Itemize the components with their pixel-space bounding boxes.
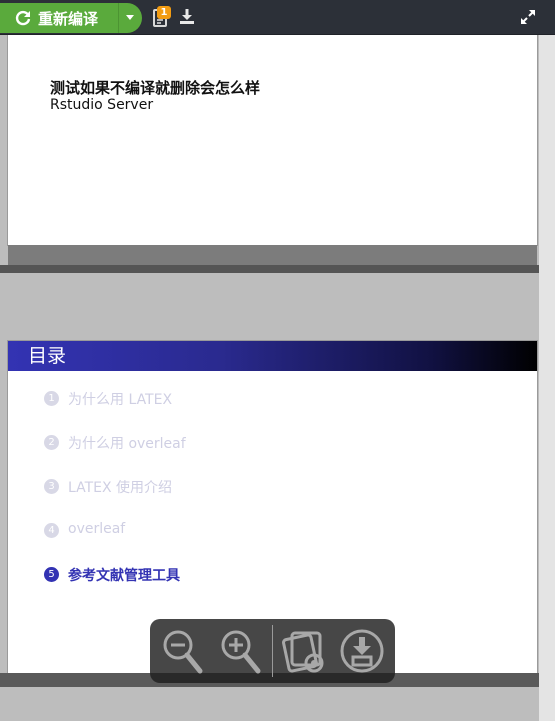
recompile-button[interactable]: 重新编译	[0, 3, 142, 33]
zoom-in-icon[interactable]	[216, 627, 264, 675]
toc-text: 参考文献管理工具	[68, 568, 180, 584]
expand-icon[interactable]	[520, 9, 536, 25]
scrollbar[interactable]	[539, 35, 555, 721]
toc-number: 5	[44, 567, 59, 582]
toc-item: 1 为什么用 LATEX	[44, 389, 186, 433]
download-pdf-icon[interactable]	[338, 627, 386, 675]
recompile-label: 重新编译	[38, 10, 99, 28]
zoom-out-icon[interactable]	[158, 627, 206, 675]
logs-count-badge: 1	[157, 6, 171, 19]
presentation-title: 测试如果不编译就删除会怎么样	[50, 79, 261, 97]
refresh-icon	[15, 10, 31, 26]
toc-item: 4 overleaf	[44, 521, 186, 565]
chevron-down-icon	[126, 15, 134, 20]
controls-divider	[272, 625, 273, 677]
toc-number: 4	[44, 523, 59, 538]
page-1-footer	[8, 245, 537, 265]
pdf-floating-controls	[150, 619, 395, 683]
page-2-header-band	[8, 273, 537, 341]
pdf-page-1: 测试如果不编译就删除会怎么样 Rstudio Server	[8, 35, 537, 245]
recompile-dropdown-button[interactable]	[118, 3, 143, 33]
toc-number: 1	[44, 391, 59, 406]
page-separator	[0, 265, 539, 273]
toc-text: 为什么用 LATEX	[68, 392, 173, 408]
presentation-subtitle: Rstudio Server	[50, 97, 154, 113]
toc-text: 为什么用 overleaf	[68, 436, 186, 452]
toc-number: 2	[44, 435, 59, 450]
pdf-page-3	[8, 687, 537, 721]
frame-title: 目录	[8, 341, 537, 371]
toc-text: overleaf	[68, 521, 126, 537]
toc-item: 3 LATEX 使用介绍	[44, 477, 186, 521]
toc-item-active: 5 参考文献管理工具	[44, 565, 186, 609]
toc-text: LATEX 使用介绍	[68, 480, 173, 496]
toc-item: 2 为什么用 overleaf	[44, 433, 186, 477]
toc-number: 3	[44, 479, 59, 494]
download-icon[interactable]	[179, 9, 195, 25]
view-mode-icon[interactable]	[280, 627, 328, 675]
pdf-toolbar: 重新编译 1	[0, 0, 555, 35]
table-of-contents: 1 为什么用 LATEX 2 为什么用 overleaf 3 LATEX 使用介…	[44, 389, 186, 609]
